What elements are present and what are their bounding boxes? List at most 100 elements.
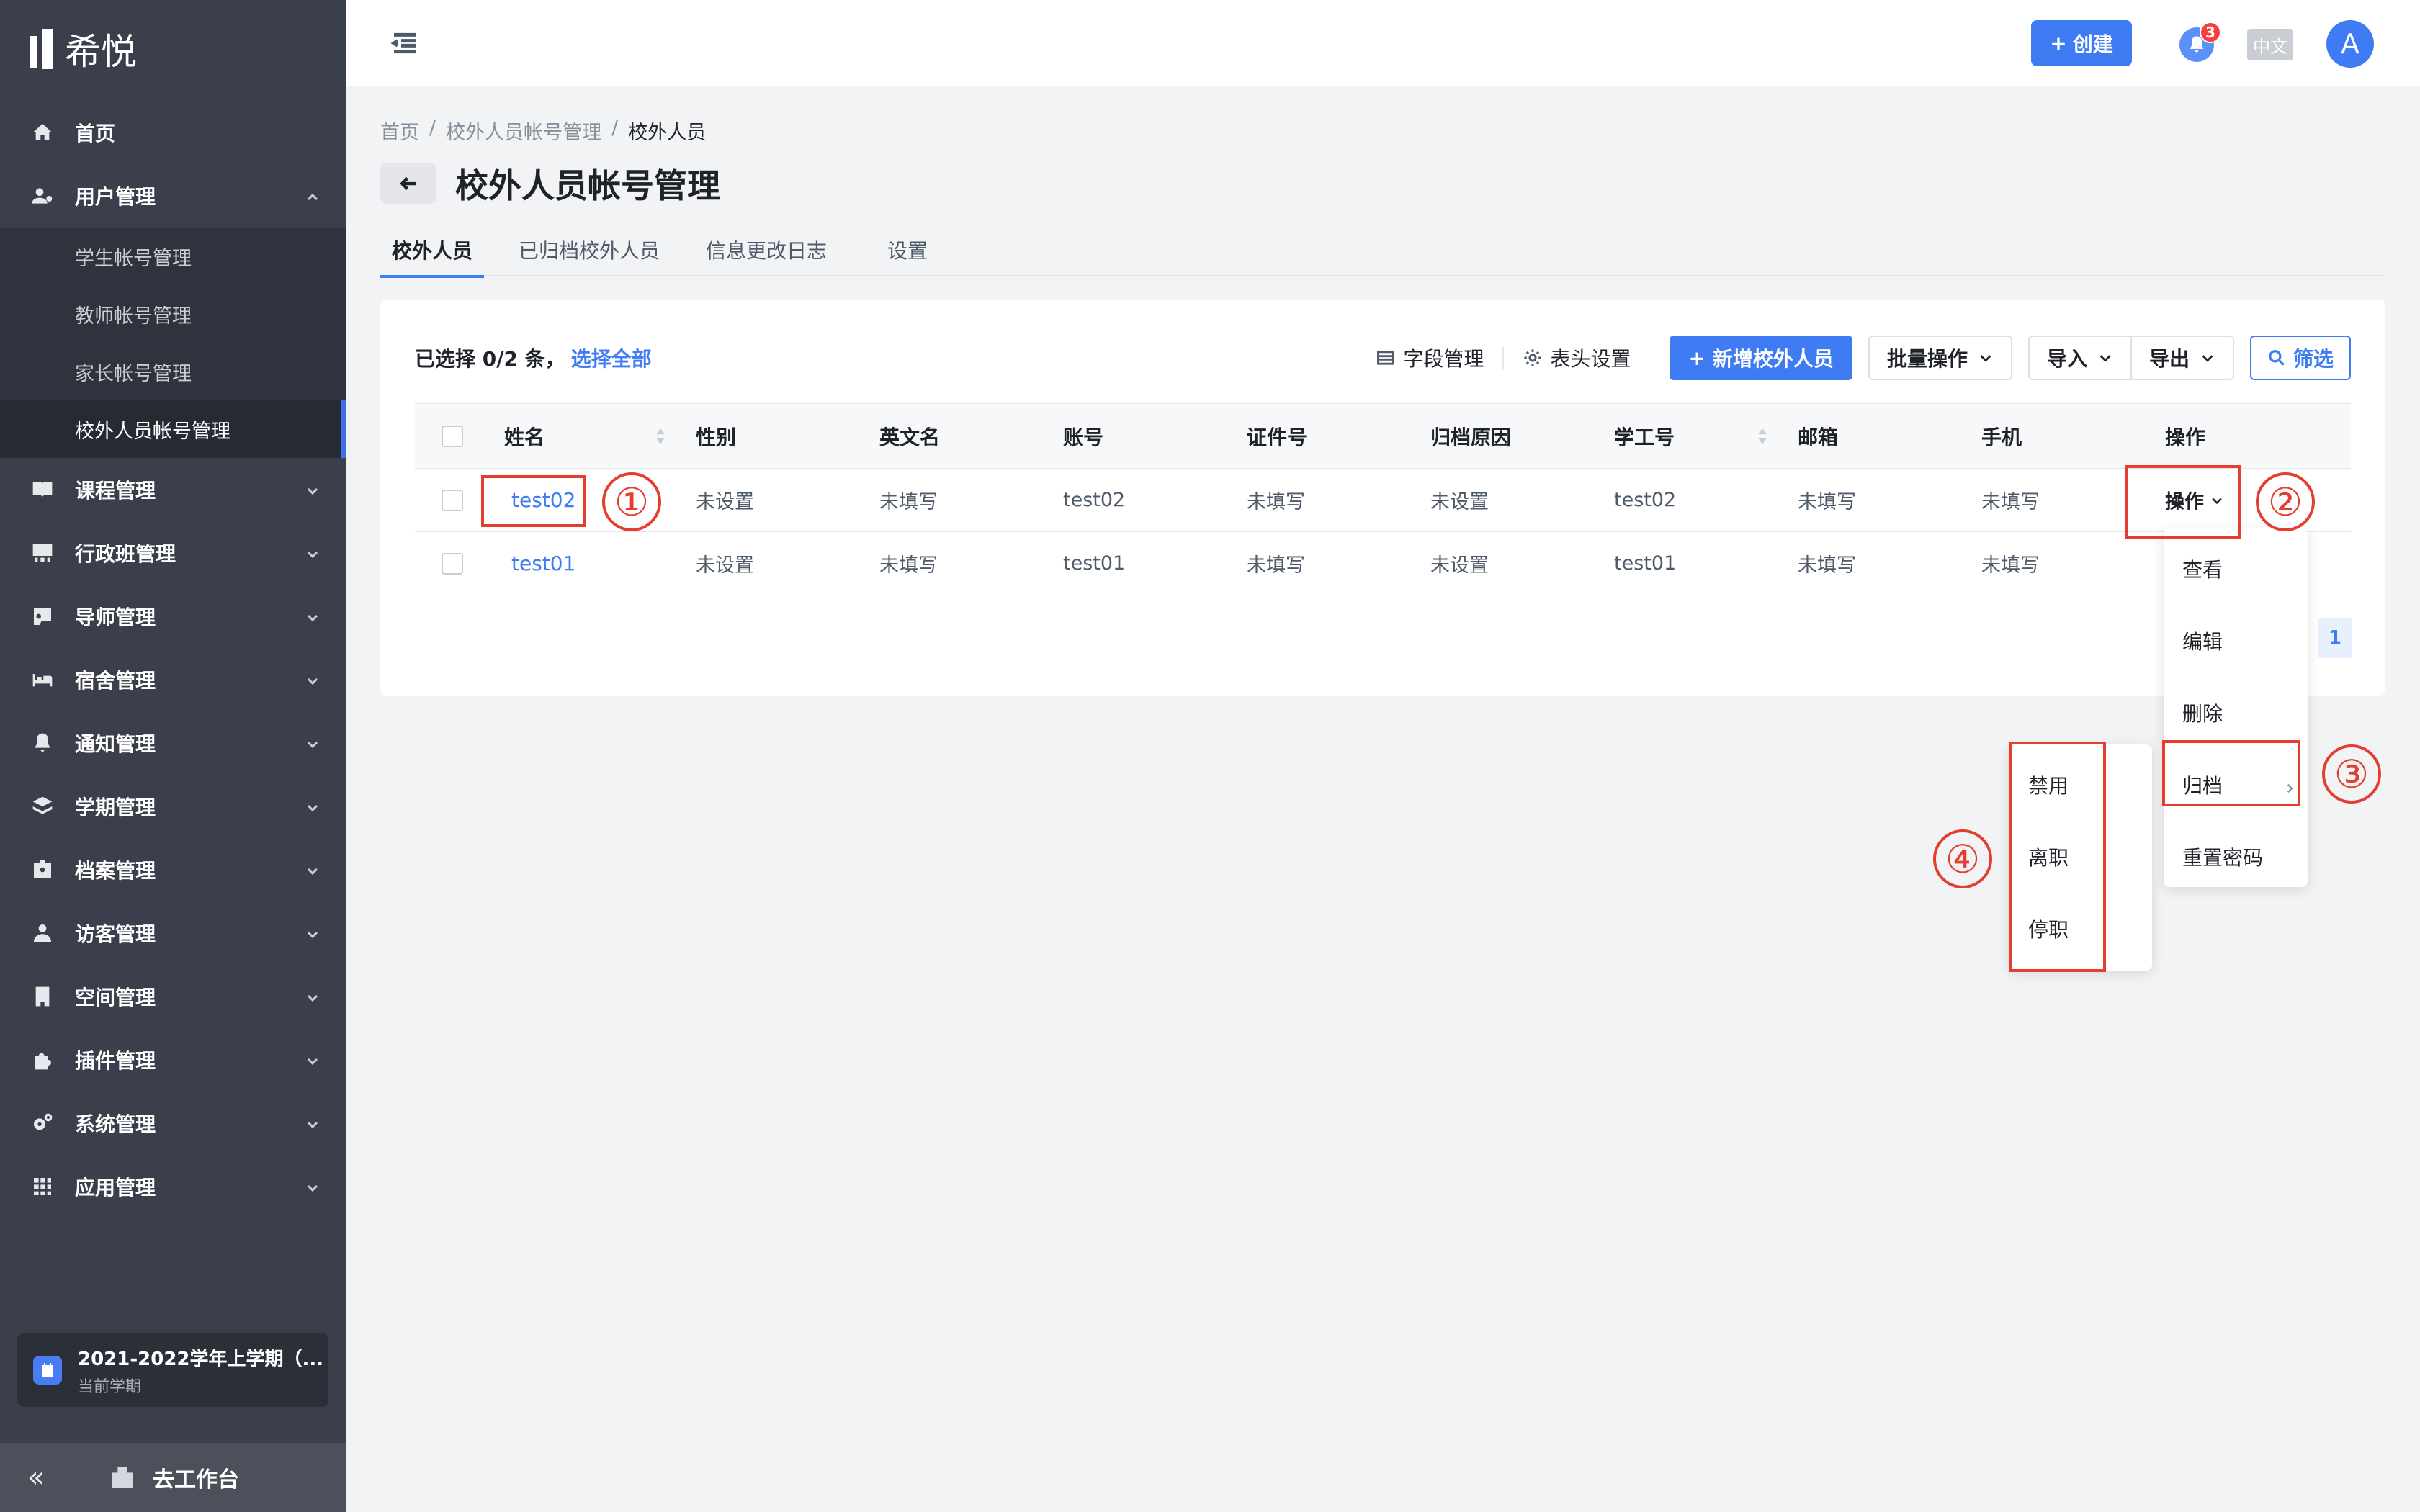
english-name-cell: 未填写 [879, 554, 938, 577]
row-checkbox[interactable] [442, 552, 463, 575]
go-to-workspace-button[interactable]: 去工作台 [108, 1462, 239, 1493]
class-icon [30, 541, 55, 565]
tab-archived-external-staff[interactable]: 已归档校外人员 [507, 223, 671, 276]
pagination-page-1[interactable]: 1 [2318, 618, 2352, 658]
sidebar-item-course[interactable]: 课程管理 [0, 458, 346, 521]
sidebar-item-home[interactable]: 首页 [0, 101, 346, 164]
batch-label: 批量操作 [1886, 347, 1968, 371]
select-all-link[interactable]: 选择全部 [571, 343, 652, 372]
header-settings-label: 表头设置 [1550, 347, 1631, 371]
breadcrumb-external-accounts[interactable]: 校外人员帐号管理 [446, 117, 601, 145]
sidebar-item-archive[interactable]: 档案管理 [0, 838, 346, 901]
sidebar-item-label: 访客管理 [75, 922, 156, 946]
sidebar-item-apps[interactable]: 应用管理 [0, 1155, 346, 1218]
step-marker-2: ② [2256, 472, 2315, 531]
sidebar-item-term[interactable]: 学期管理 [0, 775, 346, 838]
sidebar: 希悦 首页 用户管理 学生帐号管理 教师帐号管理 家长帐号管理 校外人员帐号管理… [0, 0, 346, 1512]
logo-icon [30, 29, 55, 69]
tab-settings[interactable]: 设置 [876, 223, 939, 276]
id-number-cell: 未填写 [1247, 491, 1305, 513]
add-external-staff-button[interactable]: + 新增校外人员 [1670, 336, 1852, 380]
select-all-checkbox[interactable] [442, 425, 463, 447]
chevron-down-icon [2099, 355, 2111, 362]
sidebar-subitem-student-accounts[interactable]: 学生帐号管理 [0, 228, 346, 285]
chevron-down-icon [304, 481, 321, 498]
sidebar-item-visitor[interactable]: 访客管理 [0, 901, 346, 965]
menu-fold-icon[interactable] [390, 29, 419, 58]
column-header-actions: 操作 [2165, 425, 2206, 449]
language-switch[interactable]: 中文 [2247, 29, 2293, 60]
sidebar-item-mentor[interactable]: 导师管理 [0, 585, 346, 648]
sort-icon[interactable] [1756, 426, 1769, 446]
batch-operation-dropdown[interactable]: 批量操作 [1868, 336, 2012, 380]
email-cell: 未填写 [1798, 491, 1856, 513]
user-settings-icon [30, 184, 55, 208]
column-label: 学工号 [1614, 425, 1675, 449]
sidebar-item-system[interactable]: 系统管理 [0, 1092, 346, 1155]
sidebar-subitem-external-accounts[interactable]: 校外人员帐号管理 [0, 400, 346, 458]
back-button[interactable] [380, 163, 436, 204]
user-management-submenu: 学生帐号管理 教师帐号管理 家长帐号管理 校外人员帐号管理 [0, 228, 346, 458]
app-root: 希悦 首页 用户管理 学生帐号管理 教师帐号管理 家长帐号管理 校外人员帐号管理… [0, 0, 2420, 1512]
sort-icon[interactable] [654, 426, 667, 446]
menu-item-delete[interactable]: 删除 [2164, 677, 2308, 749]
tabs: 校外人员 已归档校外人员 信息更改日志 设置 [380, 223, 2385, 278]
notifications-button[interactable]: 3 [2175, 22, 2221, 66]
row-checkbox[interactable] [442, 489, 463, 511]
sidebar-subitem-parent-accounts[interactable]: 家长帐号管理 [0, 343, 346, 400]
create-label: 创建 [2072, 32, 2113, 56]
phone-cell: 未填写 [1981, 554, 2040, 577]
sidebar-item-label: 用户管理 [75, 185, 156, 209]
sidebar-subitem-teacher-accounts[interactable]: 教师帐号管理 [0, 285, 346, 343]
export-dropdown[interactable]: 导出 [2131, 336, 2234, 380]
name-link[interactable]: test01 [511, 552, 575, 575]
column-header-name[interactable]: 姓名 [504, 422, 696, 451]
arrow-left-icon [400, 176, 416, 191]
tab-external-staff[interactable]: 校外人员 [380, 223, 485, 278]
sidebar-item-label: 行政班管理 [75, 542, 176, 566]
app-logo[interactable]: 希悦 [30, 22, 137, 76]
account-cell: test02 [1063, 489, 1126, 511]
visitor-icon [30, 921, 55, 945]
breadcrumb-current: 校外人员 [628, 122, 707, 144]
collapse-sidebar-button[interactable]: « [0, 1461, 72, 1494]
table-toolbar: 已选择 0/2 条， 选择全部 字段管理 表头设置 + 新增校外人员 批量操作 [415, 333, 2351, 383]
field-management-button[interactable]: 字段管理 [1376, 343, 1484, 372]
chevron-down-icon [304, 1115, 321, 1132]
create-button[interactable]: + 创建 [2031, 20, 2132, 66]
filter-button[interactable]: 筛选 [2249, 336, 2351, 380]
import-dropdown[interactable]: 导入 [2027, 336, 2132, 380]
sidebar-item-user-management[interactable]: 用户管理 [0, 164, 346, 228]
sidebar-item-notice[interactable]: 通知管理 [0, 711, 346, 775]
breadcrumb-home[interactable]: 首页 [380, 117, 419, 145]
mentor-icon [30, 604, 55, 629]
staff-number-cell: test02 [1614, 489, 1677, 511]
sidebar-footer: « 去工作台 [0, 1443, 346, 1512]
current-term-card[interactable]: 2021-2022学年上学期（... 当前学期 [17, 1333, 328, 1407]
column-header-staff-number[interactable]: 学工号 [1614, 422, 1798, 451]
header-settings-button[interactable]: 表头设置 [1523, 343, 1631, 372]
term-subtitle: 当前学期 [78, 1377, 142, 1396]
workspace-label: 去工作台 [153, 1467, 239, 1493]
avatar[interactable]: A [2326, 20, 2374, 68]
gender-cell: 未设置 [696, 554, 754, 577]
sidebar-item-dorm[interactable]: 宿舍管理 [0, 648, 346, 711]
menu-item-view[interactable]: 查看 [2164, 533, 2308, 605]
column-header-id-number: 证件号 [1247, 425, 1308, 449]
menu-item-edit[interactable]: 编辑 [2164, 605, 2308, 677]
cogs-icon [30, 1111, 55, 1135]
sidebar-item-plugin[interactable]: 插件管理 [0, 1028, 346, 1092]
chevron-down-icon [304, 798, 321, 815]
sidebar-item-label: 首页 [75, 122, 116, 145]
building-icon [30, 984, 55, 1009]
chevron-down-icon [304, 734, 321, 752]
highlight-box-archive [2162, 740, 2300, 806]
export-label: 导出 [2148, 347, 2190, 371]
sidebar-item-class[interactable]: 行政班管理 [0, 521, 346, 585]
home-icon [30, 120, 55, 145]
sidebar-item-space[interactable]: 空间管理 [0, 965, 346, 1028]
data-table: 姓名 性别 英文名 账号 证件号 归档原因 学工号 邮箱 手机 操作 test0… [415, 403, 2351, 595]
tab-change-log[interactable]: 信息更改日志 [694, 223, 838, 276]
menu-item-reset-password[interactable]: 重置密码 [2164, 821, 2308, 893]
name-cell: test01 [504, 552, 696, 575]
